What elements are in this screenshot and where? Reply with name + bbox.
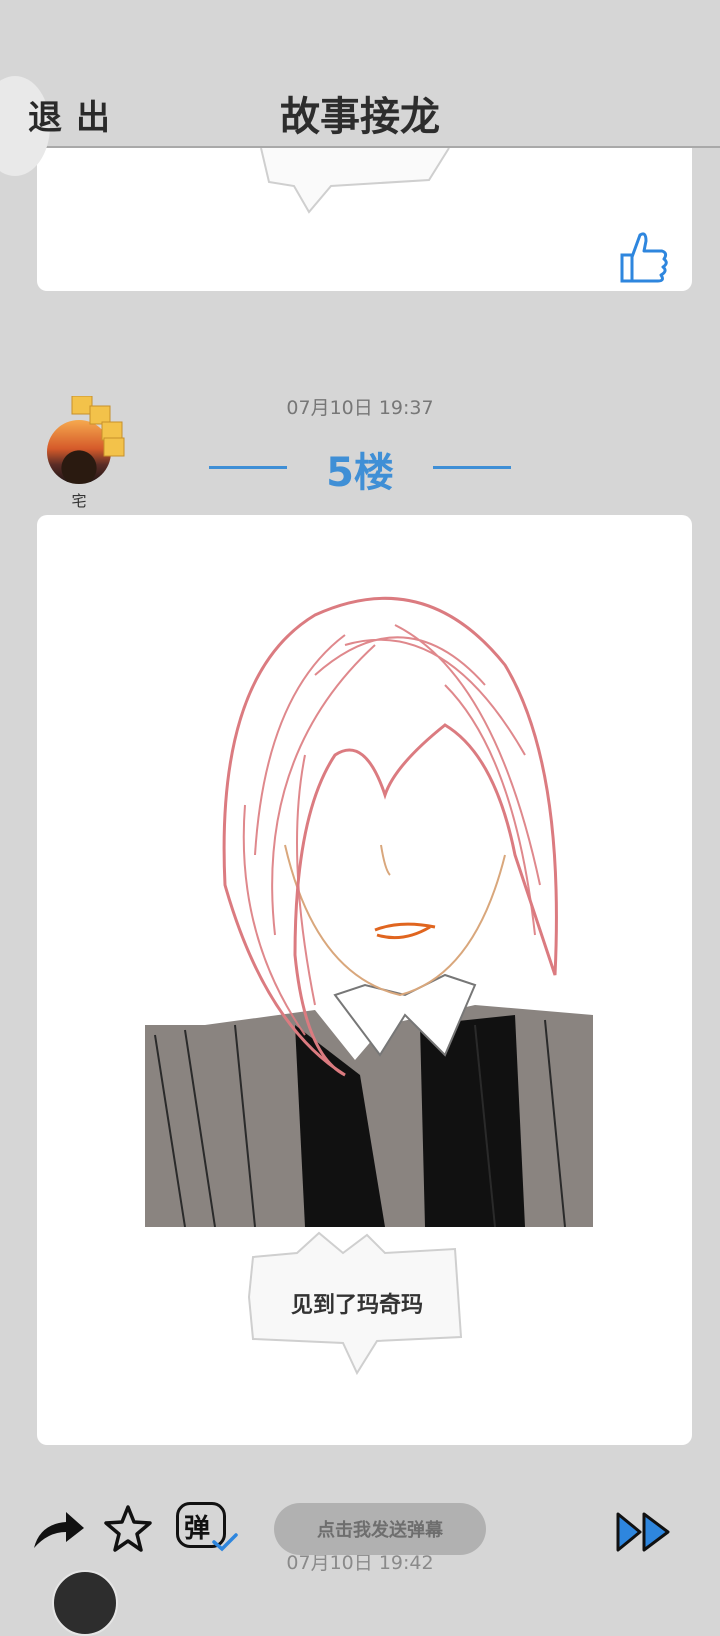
story-drawing[interactable] [145,555,593,1227]
speech-bubble-tail [260,147,450,214]
check-icon [212,1533,238,1552]
danmu-icon[interactable]: 弹 [176,1502,238,1556]
previous-floor-card [37,146,692,291]
drawing-caption: 见到了玛奇玛 [290,1293,423,1318]
next-avatar[interactable] [52,1570,118,1636]
star-icon[interactable] [103,1504,153,1554]
header-bar: 退出 故事接龙 [0,0,720,176]
fast-forward-icon[interactable] [614,1510,674,1554]
floor-card: 见到了玛奇玛 [37,515,692,1445]
thumbs-up-icon[interactable] [616,227,670,287]
danmu-icon-text: 弹 [184,1514,211,1544]
page-title: 故事接龙 [280,94,440,140]
divider-right [433,466,511,469]
floor-number: 5楼 [326,450,394,496]
share-arrow-icon[interactable] [30,1508,86,1552]
send-danmu-button[interactable]: 点击我发送弹幕 [274,1503,486,1555]
